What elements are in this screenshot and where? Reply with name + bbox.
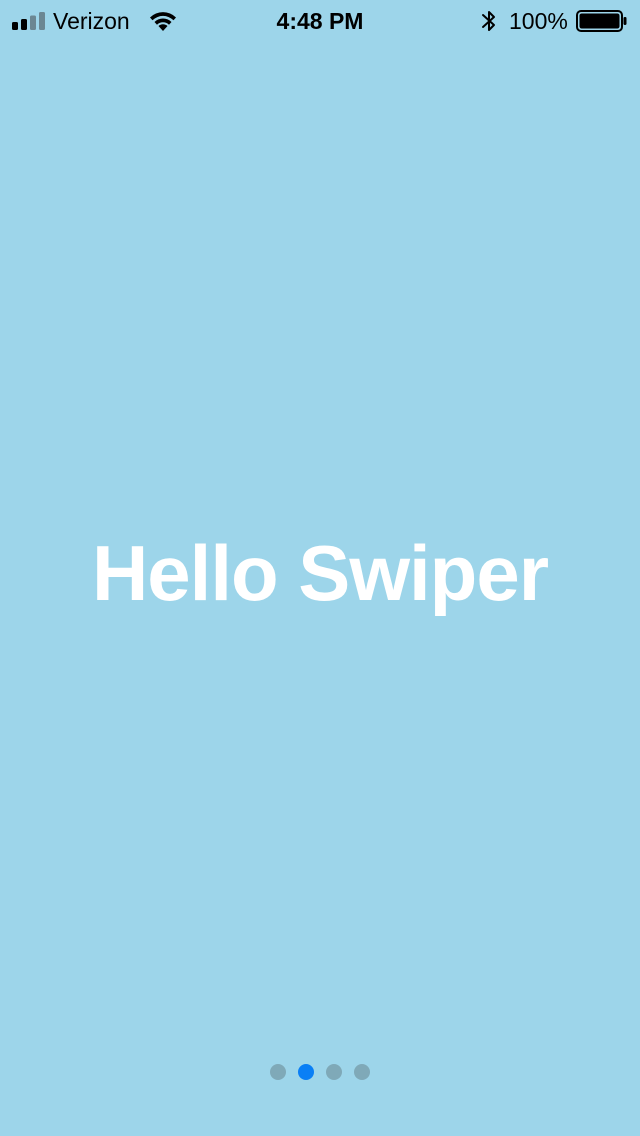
battery-icon [576,10,627,32]
battery-percentage: 100% [509,8,568,34]
bluetooth-icon [482,11,495,31]
pagination-dot[interactable] [326,1064,342,1080]
pagination-dot-active[interactable] [298,1064,314,1080]
swiper-screen[interactable]: Verizon 4:48 PM 100% Hello Swiper [0,0,640,1136]
pagination-dots[interactable] [0,1064,640,1080]
pagination-dot[interactable] [270,1064,286,1080]
slide-title: Hello Swiper [91,529,549,617]
pagination-dot[interactable] [354,1064,370,1080]
status-bar: Verizon 4:48 PM 100% [0,0,640,40]
